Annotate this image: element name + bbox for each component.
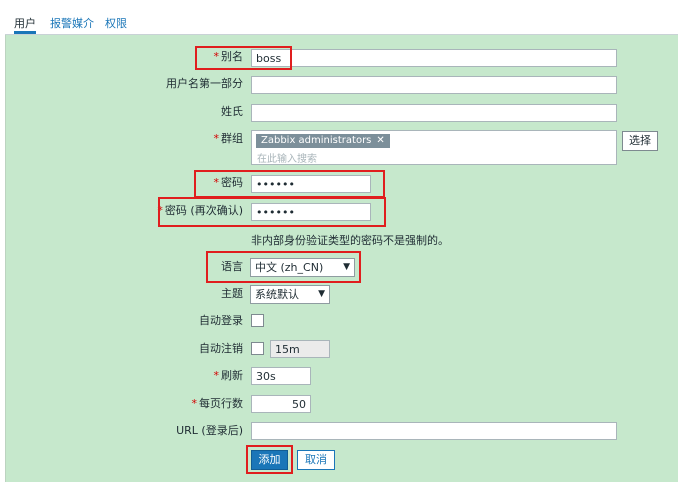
alias-input[interactable]: [251, 49, 617, 67]
cancel-button[interactable]: 取消: [297, 450, 335, 470]
surname-input[interactable]: [251, 104, 617, 122]
refresh-label: * 刷新: [213, 369, 244, 382]
groups-search-placeholder[interactable]: 在此输入搜索: [257, 150, 317, 165]
add-button[interactable]: 添加: [251, 450, 288, 470]
group-tag-label: Zabbix administrators: [261, 135, 372, 146]
name-input[interactable]: [251, 76, 617, 94]
tab-permissions[interactable]: 权限: [105, 15, 127, 33]
autologout-input[interactable]: [270, 340, 330, 358]
language-label: 语言: [221, 260, 243, 273]
language-value: 中文 (zh_CN): [255, 261, 324, 274]
autologin-checkbox[interactable]: [251, 314, 264, 327]
rows-per-page-input[interactable]: [251, 395, 311, 413]
groups-multiselect[interactable]: Zabbix administrators ✕ 在此输入搜索: [251, 130, 617, 165]
theme-label: 主题: [221, 287, 243, 300]
refresh-input[interactable]: [251, 367, 311, 385]
tab-user[interactable]: 用户: [14, 15, 36, 34]
tab-bar: 用户 报警媒介 权限: [5, 0, 678, 35]
alias-label: * 别名: [213, 50, 244, 63]
dropdown-arrow-icon: ▼: [318, 289, 325, 299]
url-label: URL (登录后): [176, 424, 243, 437]
password-confirm-input[interactable]: [251, 203, 371, 221]
password-input[interactable]: [251, 175, 371, 193]
language-select[interactable]: 中文 (zh_CN) ▼: [250, 258, 355, 277]
surname-label: 姓氏: [221, 105, 243, 118]
select-groups-button[interactable]: 选择: [622, 131, 658, 151]
url-input[interactable]: [251, 422, 617, 440]
name-label: 用户名第一部分: [166, 77, 243, 90]
groups-label: * 群组: [213, 132, 244, 145]
autologout-checkbox[interactable]: [251, 342, 264, 355]
remove-tag-icon[interactable]: ✕: [376, 135, 384, 146]
tab-media[interactable]: 报警媒介: [50, 15, 94, 33]
theme-select[interactable]: 系统默认 ▼: [250, 285, 330, 304]
dropdown-arrow-icon: ▼: [343, 262, 350, 272]
password-confirm-label: * 密码 (再次确认): [157, 204, 243, 217]
group-tag: Zabbix administrators ✕: [256, 134, 390, 148]
password-label: * 密码: [213, 176, 244, 189]
autologin-label: 自动登录: [199, 314, 243, 327]
autologout-label: 自动注销: [199, 342, 243, 355]
password-note: 非内部身份验证类型的密码不是强制的。: [251, 234, 449, 247]
rows-per-page-label: * 每页行数: [191, 397, 244, 410]
theme-value: 系统默认: [255, 288, 299, 301]
